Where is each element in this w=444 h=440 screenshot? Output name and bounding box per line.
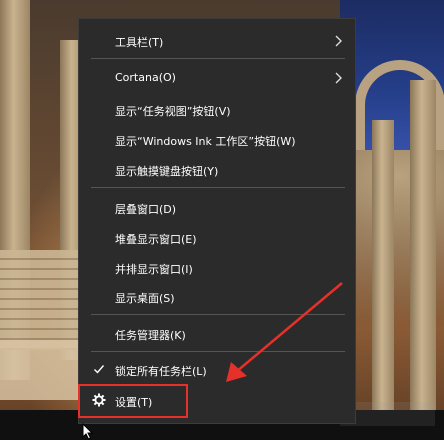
mouse-pointer-icon <box>82 423 94 440</box>
annotation-arrow-icon <box>226 282 343 382</box>
